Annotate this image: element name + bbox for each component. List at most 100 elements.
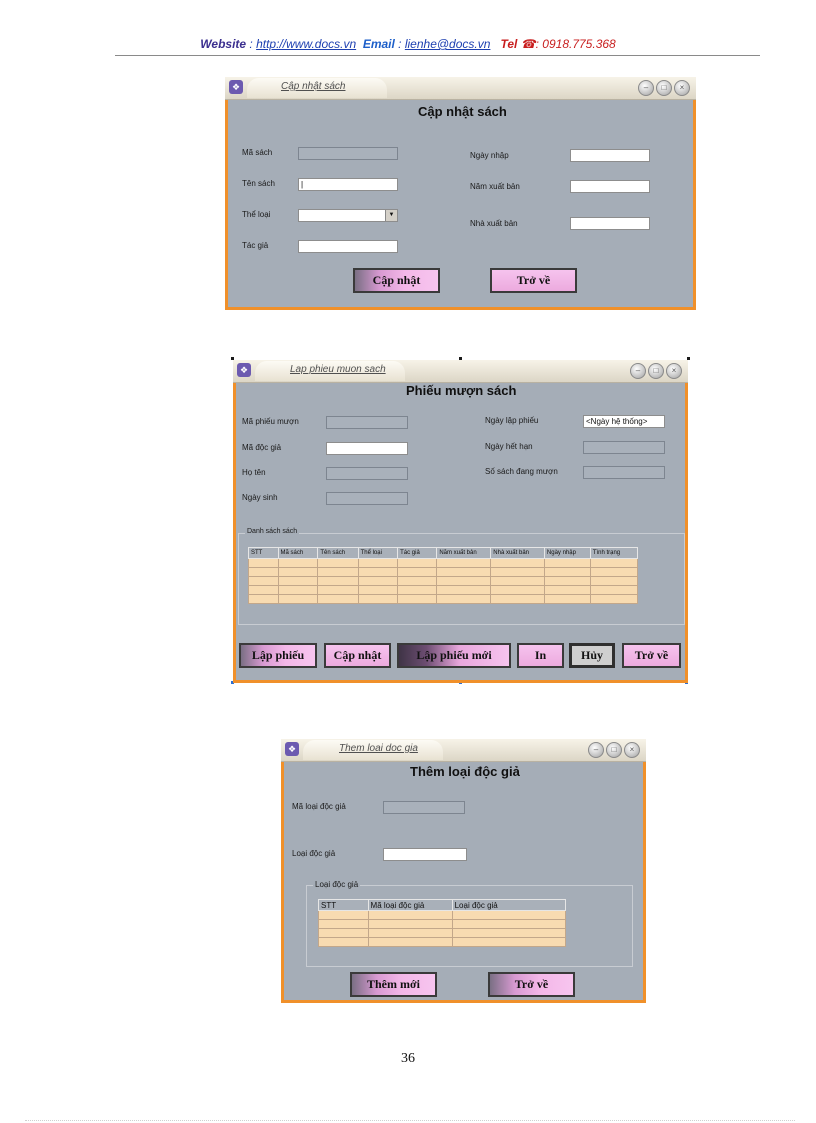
minimize-icon[interactable]: – bbox=[638, 80, 654, 96]
close-icon[interactable]: × bbox=[624, 742, 640, 758]
ma-phieu-muon-field[interactable] bbox=[326, 416, 408, 429]
table-cell[interactable] bbox=[318, 919, 369, 929]
table-cell[interactable] bbox=[277, 594, 319, 604]
table-cell[interactable] bbox=[543, 576, 591, 586]
table-cell[interactable] bbox=[589, 594, 639, 604]
cap-nhat-button[interactable]: Cập nhật bbox=[353, 268, 440, 293]
table-cell[interactable] bbox=[248, 585, 279, 595]
table-cell[interactable] bbox=[357, 594, 399, 604]
column-header[interactable]: Tác giả bbox=[397, 547, 438, 559]
close-icon[interactable]: × bbox=[674, 80, 690, 96]
table-cell[interactable] bbox=[318, 910, 369, 920]
table-cell[interactable] bbox=[317, 567, 359, 577]
table-cell[interactable] bbox=[367, 919, 453, 929]
table-cell[interactable] bbox=[397, 594, 438, 604]
table-row[interactable] bbox=[248, 567, 639, 577]
website-link[interactable]: http://www.docs.vn bbox=[256, 37, 356, 51]
table-cell[interactable] bbox=[317, 558, 359, 568]
ho-ten-field[interactable] bbox=[326, 467, 408, 480]
table-cell[interactable] bbox=[397, 576, 438, 586]
close-icon[interactable]: × bbox=[666, 363, 682, 379]
table-cell[interactable] bbox=[367, 928, 453, 938]
so-sach-dang-muon-field[interactable] bbox=[583, 466, 665, 479]
maximize-icon[interactable]: □ bbox=[606, 742, 622, 758]
table-cell[interactable] bbox=[357, 576, 399, 586]
cap-nhat-button[interactable]: Cập nhật bbox=[324, 643, 391, 668]
table-cell[interactable] bbox=[317, 585, 359, 595]
table-cell[interactable] bbox=[589, 558, 639, 568]
column-header[interactable]: Nhà xuất bản bbox=[490, 547, 545, 559]
table-cell[interactable] bbox=[277, 558, 319, 568]
table-cell[interactable] bbox=[248, 558, 279, 568]
loai-doc-gia-field[interactable] bbox=[383, 848, 467, 861]
table-cell[interactable] bbox=[357, 567, 399, 577]
table-cell[interactable] bbox=[317, 576, 359, 586]
table-cell[interactable] bbox=[357, 558, 399, 568]
tac-gia-field[interactable] bbox=[298, 240, 398, 253]
lap-phieu-moi-button[interactable]: Lập phiếu mới bbox=[397, 643, 511, 668]
minimize-icon[interactable]: – bbox=[588, 742, 604, 758]
table-cell[interactable] bbox=[451, 910, 567, 920]
ngay-sinh-field[interactable] bbox=[326, 492, 408, 505]
table-cell[interactable] bbox=[451, 928, 567, 938]
table-cell[interactable] bbox=[490, 585, 545, 595]
table-cell[interactable] bbox=[277, 576, 319, 586]
column-header[interactable]: Thể loại bbox=[357, 547, 399, 559]
email-link[interactable]: lienhe@docs.vn bbox=[405, 37, 491, 51]
table-cell[interactable] bbox=[317, 594, 359, 604]
column-header[interactable]: STT bbox=[248, 547, 279, 559]
table-row[interactable] bbox=[248, 558, 639, 568]
table-cell[interactable] bbox=[543, 558, 591, 568]
column-header[interactable]: Mã loại độc giả bbox=[367, 899, 453, 911]
table-cell[interactable] bbox=[490, 558, 545, 568]
table-row[interactable] bbox=[318, 919, 567, 929]
table-cell[interactable] bbox=[490, 594, 545, 604]
table-cell[interactable] bbox=[436, 576, 492, 586]
column-header[interactable]: STT bbox=[318, 899, 369, 911]
loai-doc-gia-table[interactable]: STT Mã loại độc giả Loại độc giả bbox=[318, 899, 567, 947]
table-cell[interactable] bbox=[318, 928, 369, 938]
table-row[interactable] bbox=[318, 928, 567, 938]
table-row[interactable] bbox=[248, 585, 639, 595]
in-button[interactable]: In bbox=[517, 643, 564, 668]
table-cell[interactable] bbox=[543, 585, 591, 595]
table-cell[interactable] bbox=[277, 567, 319, 577]
ten-sach-field[interactable] bbox=[298, 178, 398, 191]
table-cell[interactable] bbox=[367, 937, 453, 947]
table-cell[interactable] bbox=[451, 937, 567, 947]
table-cell[interactable] bbox=[543, 594, 591, 604]
table-row[interactable] bbox=[248, 594, 639, 604]
column-header[interactable]: Ngày nhập bbox=[543, 547, 591, 559]
table-cell[interactable] bbox=[543, 567, 591, 577]
table-cell[interactable] bbox=[248, 567, 279, 577]
ngay-nhap-field[interactable] bbox=[570, 149, 650, 162]
nha-xuat-ban-field[interactable] bbox=[570, 217, 650, 230]
table-cell[interactable] bbox=[277, 585, 319, 595]
huy-button[interactable]: Hủy bbox=[569, 643, 615, 668]
maximize-icon[interactable]: □ bbox=[656, 80, 672, 96]
table-cell[interactable] bbox=[357, 585, 399, 595]
danh-sach-sach-table[interactable]: STT Mã sách Tên sách Thể loại Tác giả Nă… bbox=[248, 547, 639, 604]
column-header[interactable]: Tên sách bbox=[317, 547, 359, 559]
ma-sach-field[interactable] bbox=[298, 147, 398, 160]
table-cell[interactable] bbox=[436, 558, 492, 568]
column-header[interactable]: Năm xuất bản bbox=[436, 547, 492, 559]
table-cell[interactable] bbox=[367, 910, 453, 920]
ngay-het-han-field[interactable] bbox=[583, 441, 665, 454]
table-cell[interactable] bbox=[490, 576, 545, 586]
table-cell[interactable] bbox=[397, 585, 438, 595]
table-cell[interactable] bbox=[451, 919, 567, 929]
them-moi-button[interactable]: Thêm mới bbox=[350, 972, 437, 997]
lap-phieu-button[interactable]: Lập phiếu bbox=[239, 643, 317, 668]
table-cell[interactable] bbox=[436, 567, 492, 577]
table-cell[interactable] bbox=[589, 576, 639, 586]
table-cell[interactable] bbox=[436, 594, 492, 604]
nam-xuat-ban-field[interactable] bbox=[570, 180, 650, 193]
chevron-down-icon[interactable]: ▼ bbox=[385, 210, 397, 221]
tro-ve-button[interactable]: Trở về bbox=[490, 268, 577, 293]
tro-ve-button[interactable]: Trở về bbox=[488, 972, 575, 997]
table-cell[interactable] bbox=[436, 585, 492, 595]
tro-ve-button[interactable]: Trở về bbox=[622, 643, 681, 668]
column-header[interactable]: Tình trạng bbox=[589, 547, 639, 559]
table-cell[interactable] bbox=[589, 567, 639, 577]
